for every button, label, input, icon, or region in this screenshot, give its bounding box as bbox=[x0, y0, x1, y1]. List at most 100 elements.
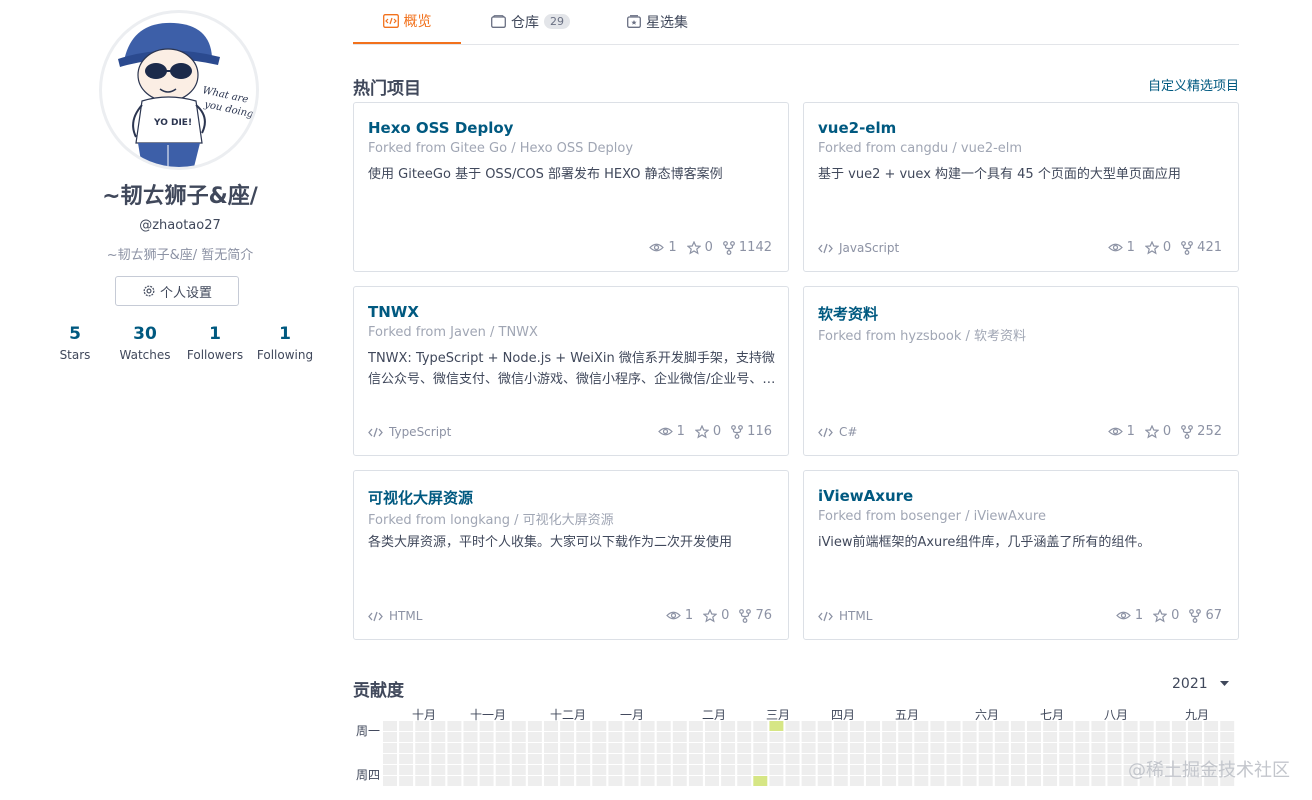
contribution-cell[interactable] bbox=[672, 776, 687, 786]
contribution-cell[interactable] bbox=[1091, 732, 1106, 742]
contribution-cell[interactable] bbox=[1010, 776, 1025, 786]
contribution-cell[interactable] bbox=[1123, 743, 1138, 753]
contribution-cell[interactable] bbox=[431, 732, 446, 742]
contribution-cell[interactable] bbox=[801, 754, 816, 764]
contribution-cell[interactable] bbox=[1107, 754, 1122, 764]
fork-count[interactable]: 67 bbox=[1189, 608, 1222, 623]
contribution-cell[interactable] bbox=[1204, 743, 1219, 753]
contribution-cell[interactable] bbox=[866, 743, 880, 753]
contribution-cell[interactable] bbox=[415, 776, 430, 786]
contribution-cell[interactable] bbox=[1155, 743, 1170, 753]
contribution-cell[interactable] bbox=[914, 765, 929, 775]
project-title[interactable]: 软考资料 bbox=[818, 303, 878, 324]
contribution-cell[interactable] bbox=[817, 754, 832, 764]
contribution-cell[interactable] bbox=[1043, 743, 1058, 753]
contribution-cell[interactable] bbox=[495, 732, 510, 742]
contribution-cell[interactable] bbox=[688, 776, 703, 786]
contribution-cell[interactable] bbox=[994, 743, 1009, 753]
contribution-cell[interactable] bbox=[656, 776, 671, 786]
contribution-cell[interactable] bbox=[817, 765, 832, 775]
contribution-cell[interactable] bbox=[463, 765, 478, 775]
contribution-cell[interactable] bbox=[399, 765, 414, 775]
star-count[interactable]: 0 bbox=[1153, 608, 1179, 623]
contribution-cell[interactable] bbox=[1059, 743, 1074, 753]
contribution-cell[interactable] bbox=[624, 765, 639, 775]
contribution-cell[interactable] bbox=[978, 732, 993, 742]
contribution-cell[interactable] bbox=[769, 743, 784, 753]
contribution-cell[interactable] bbox=[1220, 721, 1235, 731]
contribution-cell[interactable] bbox=[431, 754, 446, 764]
contribution-cell[interactable] bbox=[737, 732, 752, 742]
contribution-cell[interactable] bbox=[495, 765, 510, 775]
contribution-cell[interactable] bbox=[576, 721, 591, 731]
contribution-cell[interactable] bbox=[849, 754, 864, 764]
watch-count[interactable]: 1 bbox=[1107, 424, 1135, 439]
contribution-cell[interactable] bbox=[640, 721, 655, 731]
contribution-cell[interactable] bbox=[1075, 776, 1090, 786]
contribution-cell[interactable] bbox=[753, 721, 768, 731]
contribution-cell[interactable] bbox=[415, 732, 430, 742]
contribution-cell[interactable] bbox=[672, 721, 687, 731]
contribution-cell[interactable] bbox=[1188, 721, 1202, 731]
contribution-cell[interactable] bbox=[1155, 721, 1170, 731]
contribution-cell[interactable] bbox=[817, 732, 832, 742]
contribution-cell[interactable] bbox=[431, 776, 446, 786]
contribution-cell[interactable] bbox=[1010, 732, 1025, 742]
contribution-cell[interactable] bbox=[447, 732, 462, 742]
contribution-cell[interactable] bbox=[930, 765, 945, 775]
project-card[interactable]: vue2-elm Forked from cangdu / vue2-elm 基于 … bbox=[803, 102, 1239, 272]
contribution-cell[interactable] bbox=[463, 743, 478, 753]
contribution-cell[interactable] bbox=[399, 732, 414, 742]
contribution-cell[interactable] bbox=[737, 743, 752, 753]
contribution-cell[interactable] bbox=[383, 754, 397, 764]
contribution-cell[interactable] bbox=[753, 743, 768, 753]
contribution-cell[interactable] bbox=[511, 743, 526, 753]
contribution-cell[interactable] bbox=[576, 776, 591, 786]
contribution-cell[interactable] bbox=[1010, 743, 1025, 753]
contribution-cell[interactable] bbox=[1010, 721, 1025, 731]
year-select[interactable]: 2021 bbox=[1172, 676, 1229, 692]
project-title[interactable]: iViewAxure bbox=[818, 487, 913, 505]
contribution-cell[interactable] bbox=[817, 776, 832, 786]
contribution-cell[interactable] bbox=[833, 776, 848, 786]
contribution-cell[interactable] bbox=[656, 743, 671, 753]
contribution-cell[interactable] bbox=[592, 765, 607, 775]
contribution-cell[interactable] bbox=[576, 765, 591, 775]
contribution-cell[interactable] bbox=[1027, 765, 1041, 775]
contribution-cell[interactable] bbox=[769, 776, 784, 786]
contribution-cell[interactable] bbox=[447, 776, 462, 786]
contribution-cell[interactable] bbox=[721, 732, 736, 742]
contribution-cell[interactable] bbox=[576, 754, 591, 764]
contribution-cell[interactable] bbox=[1075, 765, 1090, 775]
contribution-cell[interactable] bbox=[495, 776, 510, 786]
contribution-cell[interactable] bbox=[898, 776, 913, 786]
contribution-cell[interactable] bbox=[833, 765, 848, 775]
contribution-cell[interactable] bbox=[1220, 732, 1235, 742]
contribution-cell[interactable] bbox=[994, 732, 1009, 742]
contribution-cell[interactable] bbox=[769, 754, 784, 764]
contribution-cell[interactable] bbox=[1075, 732, 1090, 742]
contribution-cell[interactable] bbox=[608, 754, 623, 764]
contribution-cell[interactable] bbox=[527, 765, 542, 775]
contribution-cell[interactable] bbox=[592, 776, 607, 786]
contribution-cell[interactable] bbox=[544, 776, 558, 786]
contribution-cell[interactable] bbox=[833, 743, 848, 753]
contribution-cell[interactable] bbox=[1107, 721, 1122, 731]
contribution-cell[interactable] bbox=[1059, 765, 1074, 775]
contribution-cell[interactable] bbox=[431, 765, 446, 775]
contribution-cell[interactable] bbox=[672, 765, 687, 775]
contribution-cell[interactable] bbox=[721, 721, 736, 731]
contribution-cell[interactable] bbox=[383, 721, 397, 731]
contribution-cell[interactable] bbox=[1059, 732, 1074, 742]
contribution-cell[interactable] bbox=[785, 776, 800, 786]
project-title[interactable]: Hexo OSS Deploy bbox=[368, 119, 513, 137]
contribution-cell[interactable] bbox=[527, 743, 542, 753]
contribution-cell[interactable] bbox=[946, 765, 961, 775]
fork-count[interactable]: 116 bbox=[731, 424, 772, 439]
contribution-cell[interactable] bbox=[511, 754, 526, 764]
contribution-cell[interactable] bbox=[898, 732, 913, 742]
contribution-cell[interactable] bbox=[399, 721, 414, 731]
contribution-cell[interactable] bbox=[914, 732, 929, 742]
contribution-cell[interactable] bbox=[447, 765, 462, 775]
contribution-cell[interactable] bbox=[527, 754, 542, 764]
